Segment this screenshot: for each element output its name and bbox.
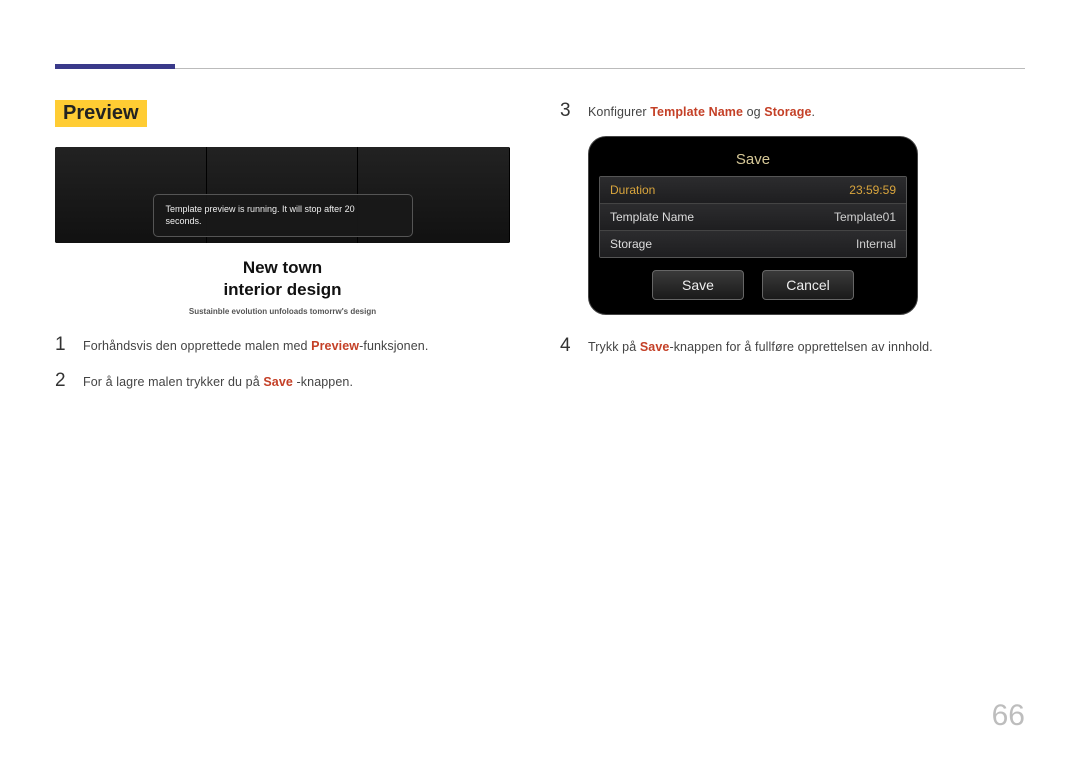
page-number: 66: [992, 699, 1025, 733]
preview-popup-message: Template preview is running. It will sto…: [153, 194, 413, 237]
caption-subline: Sustainble evolution unfoloads tomorrw's…: [55, 307, 510, 316]
row-value: Template01: [834, 210, 896, 224]
save-row-template-name[interactable]: Template Name Template01: [600, 204, 906, 231]
text: og: [743, 105, 764, 119]
step-number: 3: [560, 100, 574, 122]
step-number: 1: [55, 334, 69, 356]
caption-line: interior design: [55, 279, 510, 301]
top-horizontal-rule: [55, 68, 1025, 69]
left-steps: 1 Forhåndsvis den opprettede malen med P…: [55, 334, 510, 392]
row-label: Storage: [610, 237, 652, 251]
top-accent-bar: [55, 64, 175, 69]
step-text: Forhåndsvis den opprettede malen med Pre…: [83, 339, 428, 353]
save-row-storage[interactable]: Storage Internal: [600, 231, 906, 257]
preview-caption: New town interior design Sustainble evol…: [55, 257, 510, 316]
save-button-row: Save Cancel: [599, 270, 907, 300]
row-value: Internal: [856, 237, 896, 251]
step-text: For å lagre malen trykker du på Save -kn…: [83, 375, 353, 389]
save-dialog-figure: Save Duration 23:59:59 Template Name Tem…: [588, 136, 918, 315]
save-row-duration[interactable]: Duration 23:59:59: [600, 177, 906, 204]
text: .: [812, 105, 816, 119]
step-2: 2 For å lagre malen trykker du på Save -…: [55, 370, 510, 392]
step-number: 4: [560, 335, 574, 357]
step-text: Trykk på Save-knappen for å fullføre opp…: [588, 340, 933, 354]
step-number: 2: [55, 370, 69, 392]
text: -knappen.: [293, 375, 353, 389]
preview-figure: Template preview is running. It will sto…: [55, 147, 510, 316]
step-3: 3 Konfigurer Template Name og Storage.: [560, 100, 1015, 122]
row-label: Template Name: [610, 210, 694, 224]
row-value: 23:59:59: [849, 183, 896, 197]
text: Forhåndsvis den opprettede malen med: [83, 339, 311, 353]
cancel-button[interactable]: Cancel: [762, 270, 854, 300]
keyword-storage: Storage: [764, 105, 811, 119]
text: Konfigurer: [588, 105, 650, 119]
keyword-template-name: Template Name: [650, 105, 743, 119]
step-1: 1 Forhåndsvis den opprettede malen med P…: [55, 334, 510, 356]
right-column: 3 Konfigurer Template Name og Storage. S…: [560, 100, 1015, 406]
text: For å lagre malen trykker du på: [83, 375, 263, 389]
caption-line: New town: [55, 257, 510, 279]
step-text: Konfigurer Template Name og Storage.: [588, 105, 815, 119]
right-steps: 4 Trykk på Save-knappen for å fullføre o…: [560, 335, 1015, 357]
preview-thumbnail-row: Template preview is running. It will sto…: [55, 147, 510, 243]
save-button[interactable]: Save: [652, 270, 744, 300]
page-content: Preview Template preview is running. It …: [55, 100, 1025, 406]
text: -funksjonen.: [359, 339, 428, 353]
section-heading-preview: Preview: [55, 100, 147, 127]
step-4: 4 Trykk på Save-knappen for å fullføre o…: [560, 335, 1015, 357]
keyword-preview: Preview: [311, 339, 359, 353]
left-column: Preview Template preview is running. It …: [55, 100, 510, 406]
text: Trykk på: [588, 340, 640, 354]
save-dialog-title: Save: [599, 147, 907, 176]
keyword-save: Save: [263, 375, 293, 389]
save-rows: Duration 23:59:59 Template Name Template…: [599, 176, 907, 258]
row-label: Duration: [610, 183, 655, 197]
text: -knappen for å fullføre opprettelsen av …: [669, 340, 932, 354]
keyword-save: Save: [640, 340, 670, 354]
